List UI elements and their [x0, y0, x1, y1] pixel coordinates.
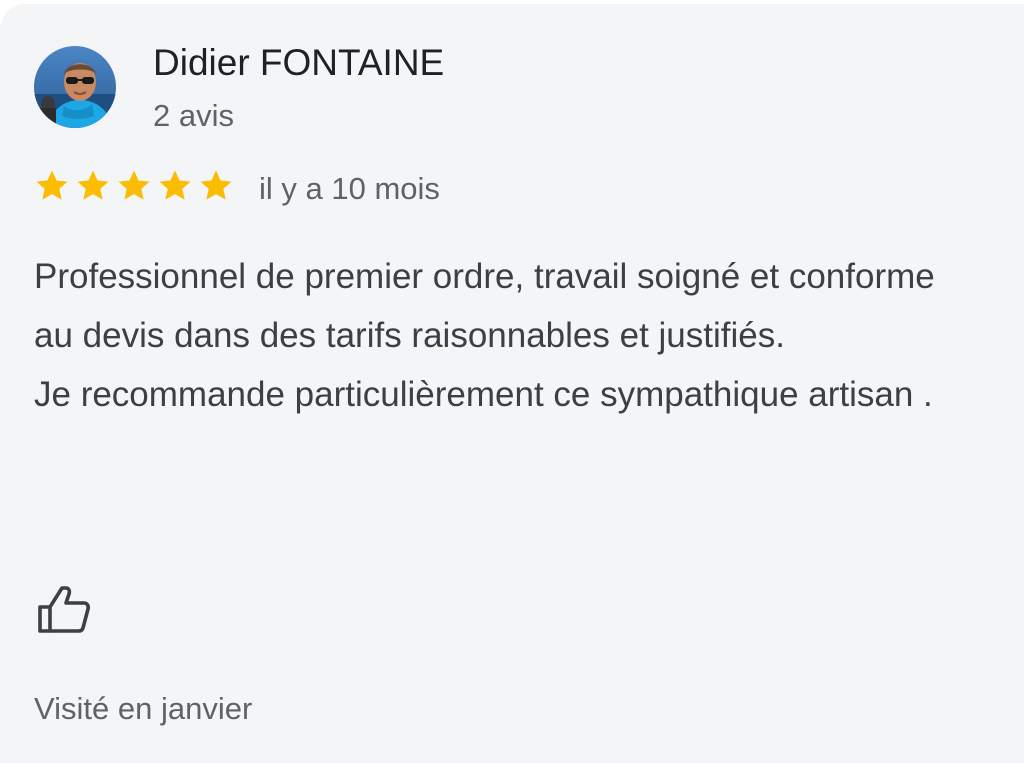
like-button[interactable]: [34, 580, 94, 640]
review-paragraph: Je recommande particulièrement ce sympat…: [34, 375, 933, 414]
user-photo-avatar-icon: [34, 46, 116, 128]
review-card: Didier FONTAINE 2 avis il y a 10 mois Pr…: [0, 4, 1024, 763]
review-date: il y a 10 mois: [259, 171, 440, 206]
reviewer-avatar[interactable]: [34, 46, 116, 128]
star-icon: [33, 167, 71, 205]
reviewer-name[interactable]: Didier FONTAINE: [153, 42, 444, 84]
star-icon: [197, 167, 235, 205]
thumbs-up-icon: [38, 586, 91, 633]
star-rating: [33, 167, 235, 205]
reviewer-review-count: 2 avis: [153, 98, 234, 133]
review-paragraph: Professionnel de premier ordre, travail …: [34, 257, 935, 355]
visit-info: Visité en janvier: [34, 691, 253, 726]
review-text: Professionnel de premier ordre, travail …: [34, 247, 974, 424]
star-icon: [115, 167, 153, 205]
star-icon: [156, 167, 194, 205]
star-icon: [74, 167, 112, 205]
